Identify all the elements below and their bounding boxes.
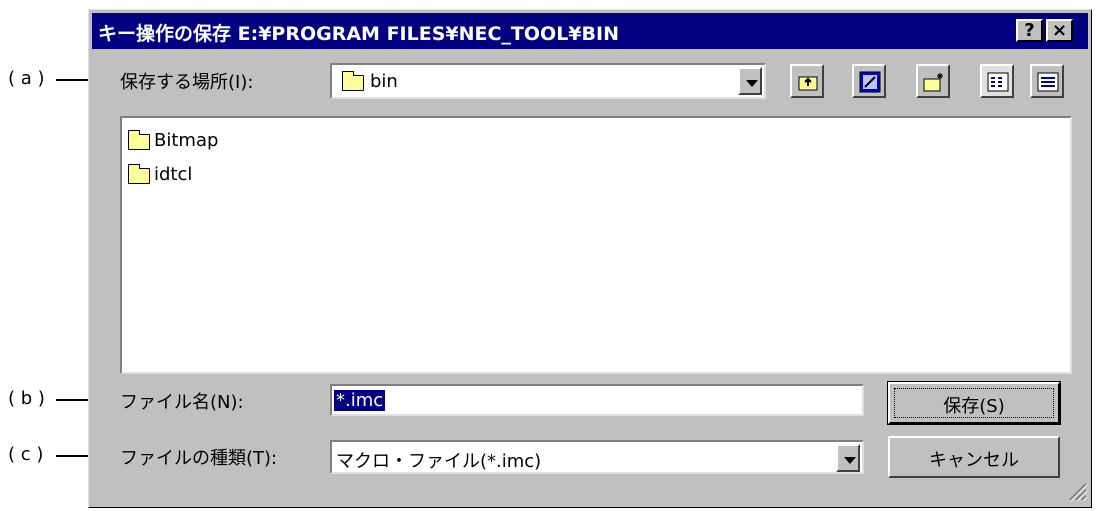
folder-icon	[128, 130, 150, 150]
callout-a-label: ( a )	[8, 68, 45, 89]
cancel-button[interactable]: キャンセル	[888, 436, 1060, 478]
location-dropdown-arrow[interactable]	[738, 67, 762, 95]
desktop-icon	[859, 71, 881, 93]
filename-value: *.imc	[334, 390, 386, 411]
location-dropdown[interactable]: bin	[330, 63, 766, 99]
open-folder-icon	[342, 71, 364, 91]
location-value: bin	[370, 71, 398, 92]
filetype-label: ファイルの種類(T):	[120, 448, 278, 469]
callout-b-label: ( b )	[8, 388, 45, 409]
folder-icon	[128, 164, 150, 184]
save-button-label: 保存(S)	[943, 396, 1005, 417]
save-button[interactable]: 保存(S)	[887, 381, 1061, 425]
file-name: Bitmap	[154, 130, 219, 151]
up-one-level-button[interactable]	[790, 64, 824, 98]
title-bar[interactable]: キー操作の保存 E:¥PROGRAM FILES¥NEC_TOOL¥BIN ? …	[92, 13, 1088, 49]
list-view-button[interactable]	[980, 64, 1014, 98]
list-item[interactable]: idtcl	[126, 162, 266, 186]
filetype-dropdown[interactable]: マクロ・ファイル(*.imc)	[330, 440, 864, 474]
desktop-button[interactable]	[852, 64, 886, 98]
details-view-button[interactable]	[1030, 64, 1064, 98]
help-button[interactable]: ?	[1016, 19, 1043, 42]
filetype-value: マクロ・ファイル(*.imc)	[336, 451, 542, 472]
cancel-button-label: キャンセル	[929, 450, 1019, 471]
window-title: キー操作の保存 E:¥PROGRAM FILES¥NEC_TOOL¥BIN	[98, 23, 619, 45]
file-name: idtcl	[154, 164, 193, 185]
filetype-dropdown-arrow[interactable]	[836, 444, 860, 472]
filename-input[interactable]: *.imc	[330, 384, 864, 416]
filename-label: ファイル名(N):	[120, 392, 244, 413]
resize-grip-icon[interactable]	[1066, 480, 1088, 502]
new-folder-icon	[923, 73, 943, 92]
new-folder-button[interactable]	[916, 64, 950, 98]
details-view-icon	[1037, 72, 1059, 92]
callout-c-label: ( c )	[8, 444, 44, 465]
list-item[interactable]: Bitmap	[126, 128, 266, 152]
close-button[interactable]: ×	[1046, 19, 1073, 42]
up-one-level-icon	[798, 76, 818, 91]
location-label: 保存する場所(I):	[120, 72, 254, 93]
list-view-icon	[987, 72, 1009, 92]
file-list[interactable]: Bitmap idtcl	[120, 116, 1072, 374]
